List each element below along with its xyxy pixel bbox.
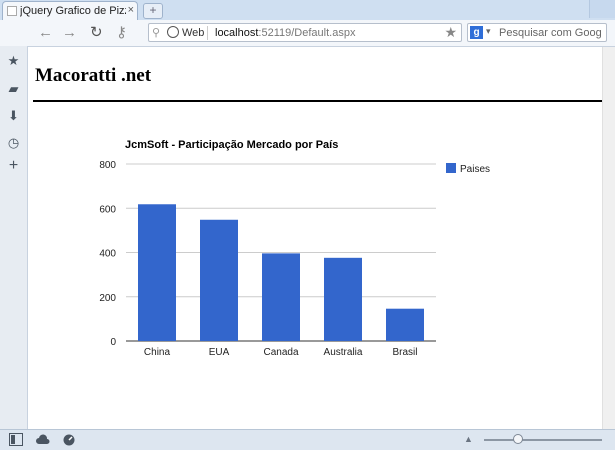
bar-australia bbox=[324, 257, 362, 341]
y-tick-label: 600 bbox=[99, 204, 116, 215]
bookmark-star-icon[interactable]: ★ bbox=[444, 24, 457, 41]
page-content: Macoratti .net JcmSoft - Participação Me… bbox=[28, 47, 615, 429]
zoom-reset-icon[interactable]: ▲ bbox=[464, 434, 473, 444]
add-panel-icon[interactable]: + bbox=[6, 158, 21, 174]
star-icon[interactable]: ★ bbox=[6, 53, 21, 68]
bar-eua bbox=[200, 219, 238, 341]
x-tick-label: Australia bbox=[324, 347, 363, 358]
address-bar[interactable]: ⚲ Web localhost:52119/Default.aspx ★ bbox=[148, 23, 462, 42]
notes-icon[interactable]: ▰ bbox=[6, 81, 21, 96]
back-button[interactable]: ← bbox=[38, 24, 53, 42]
y-tick-label: 800 bbox=[99, 160, 116, 171]
window-control[interactable] bbox=[589, 0, 615, 18]
browser-sidebar: ★ ▰ ⬇ ◷ + bbox=[0, 46, 28, 429]
bar-canada bbox=[262, 253, 300, 341]
x-tick-label: Canada bbox=[263, 347, 298, 358]
y-tick-label: 0 bbox=[110, 337, 116, 348]
speed-dial-icon[interactable] bbox=[62, 433, 76, 446]
x-tick-label: Brasil bbox=[392, 347, 417, 358]
forward-button[interactable]: → bbox=[62, 24, 77, 42]
location-pin-icon: ⚲ bbox=[152, 27, 161, 39]
legend-swatch bbox=[446, 163, 456, 173]
search-box[interactable]: g ▾ Pesquisar com Goog bbox=[467, 23, 607, 42]
engine-dropdown-icon[interactable]: ▾ bbox=[486, 26, 491, 37]
x-tick-label: EUA bbox=[209, 347, 230, 358]
url-path: :52119/Default.aspx bbox=[258, 27, 356, 39]
vertical-scrollbar[interactable] bbox=[602, 47, 615, 429]
bar-chart: JcmSoft - Participação Mercado por País 0… bbox=[99, 139, 490, 358]
y-tick-label: 200 bbox=[99, 293, 116, 304]
download-icon[interactable]: ⬇ bbox=[6, 108, 21, 123]
url-host: localhost bbox=[215, 27, 259, 39]
panel-toggle-icon[interactable] bbox=[9, 433, 23, 446]
reload-button[interactable]: ↻ bbox=[90, 24, 103, 42]
google-engine-icon[interactable]: g bbox=[470, 26, 483, 39]
close-tab-icon[interactable]: × bbox=[128, 4, 134, 16]
history-icon[interactable]: ◷ bbox=[6, 135, 21, 150]
scheme-label: Web bbox=[182, 27, 205, 39]
browser-tab[interactable]: jQuery Grafico de Pizza... × bbox=[2, 1, 138, 20]
tab-title: jQuery Grafico de Pizza... bbox=[20, 5, 126, 17]
status-bar: ▲ bbox=[0, 429, 615, 450]
navigation-toolbar: ← → ↻ ⚷ ⚲ Web localhost:52119/Default.as… bbox=[0, 20, 615, 47]
legend-label: Paises bbox=[460, 164, 490, 175]
search-placeholder: Pesquisar com Goog bbox=[499, 27, 602, 39]
page-favicon-icon bbox=[7, 6, 17, 16]
bar-china bbox=[138, 204, 176, 341]
new-tab-button[interactable]: + bbox=[143, 3, 163, 19]
key-icon[interactable]: ⚷ bbox=[116, 24, 127, 42]
globe-icon bbox=[167, 26, 179, 38]
chart-title: JcmSoft - Participação Mercado por País bbox=[125, 139, 338, 151]
y-tick-label: 400 bbox=[99, 249, 116, 260]
url-text[interactable]: localhost:52119/Default.aspx bbox=[215, 27, 355, 39]
zoom-slider-handle[interactable] bbox=[513, 434, 523, 444]
cloud-icon[interactable] bbox=[36, 433, 50, 446]
bar-brasil bbox=[386, 308, 424, 341]
tab-strip: jQuery Grafico de Pizza... × + bbox=[0, 0, 615, 20]
address-divider bbox=[207, 26, 208, 40]
zoom-slider-track[interactable] bbox=[484, 439, 602, 441]
x-tick-label: China bbox=[144, 347, 171, 358]
